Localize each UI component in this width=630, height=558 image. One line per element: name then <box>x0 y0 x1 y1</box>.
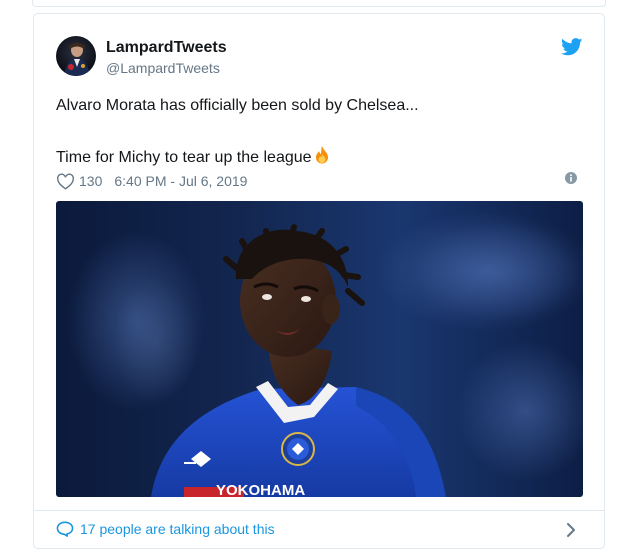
user-handle[interactable]: @LampardTweets <box>106 60 220 76</box>
tweet-media-photo[interactable]: YOKOHAMA <box>56 201 583 497</box>
previous-card-edge <box>32 0 606 7</box>
display-name[interactable]: LampardTweets <box>106 39 227 57</box>
footer-divider <box>34 510 604 511</box>
tweet-text-line-2: Time for Michy to tear up the league <box>56 145 331 167</box>
embedded-tweet[interactable]: LampardTweets @LampardTweets Alvaro Mora… <box>33 13 605 549</box>
tweet-text-line-1: Alvaro Morata has officially been sold b… <box>56 97 419 114</box>
player-photo: YOKOHAMA <box>66 211 583 497</box>
like-count[interactable]: 130 <box>79 173 102 189</box>
timestamp-link[interactable]: 6:40 PM - Jul 6, 2019 <box>114 173 247 189</box>
fire-emoji-icon <box>315 146 328 164</box>
avatar-image <box>64 42 90 76</box>
speech-bubble-icon <box>56 521 74 537</box>
conversation-count-label[interactable]: 17 people are talking about this <box>80 521 275 537</box>
jersey-sponsor-text: YOKOHAMA <box>216 482 305 497</box>
twitter-bird-icon[interactable] <box>561 38 583 56</box>
avatar[interactable] <box>56 36 96 76</box>
tweet-text-line-2-text: Time for Michy to tear up the league <box>56 149 312 166</box>
conversation-link[interactable]: 17 people are talking about this <box>56 521 275 537</box>
chevron-right-icon[interactable] <box>566 522 576 538</box>
info-icon[interactable] <box>565 172 577 184</box>
tweet-meta-row: 130 6:40 PM - Jul 6, 2019 <box>56 171 247 191</box>
heart-icon[interactable] <box>56 173 75 190</box>
